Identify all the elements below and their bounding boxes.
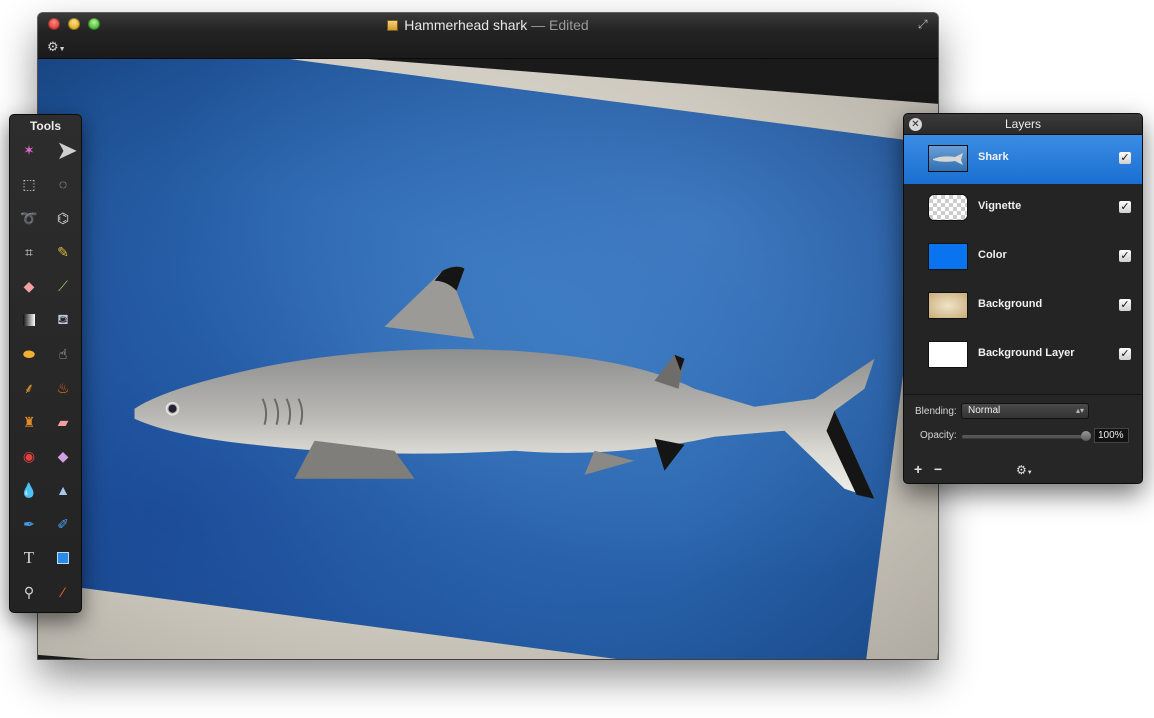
shape-icon[interactable] (52, 547, 74, 569)
layers-panel-header: ✕ Layers (904, 114, 1142, 135)
layer-thumbnail (928, 341, 968, 368)
select-arrows-icon: ▴▾ (1075, 406, 1084, 415)
layer-thumbnail (928, 145, 968, 172)
layer-name: Vignette (978, 200, 1022, 212)
clone-stamp-icon[interactable]: ♜ (18, 411, 40, 433)
layer-name: Shark (978, 151, 1009, 163)
fullscreen-icon[interactable]: ⤢ (918, 17, 932, 31)
layers-panel-title: Layers (1004, 117, 1042, 131)
edited-status: — Edited (531, 17, 589, 33)
zoom-icon[interactable]: ⚲ (18, 581, 40, 603)
eyedropper-icon[interactable]: ⁄ (52, 581, 74, 603)
ellipse-select-icon[interactable]: ◌ (52, 173, 74, 195)
layer-row-vignette[interactable]: Vignette ✓ (904, 184, 1142, 233)
document-name: Hammerhead shark (404, 17, 528, 33)
pencil-icon[interactable]: ✎ (52, 241, 74, 263)
opacity-slider-fill (962, 435, 1086, 438)
remove-layer-button[interactable]: − (934, 461, 942, 477)
opacity-label: Opacity: (920, 430, 957, 441)
close-icon[interactable]: ✕ (909, 118, 922, 131)
window-title: Hammerhead shark — Edited (38, 17, 938, 33)
sharpen-icon[interactable]: ▲ (52, 479, 74, 501)
image-canvas[interactable] (38, 59, 938, 659)
layer-row-color[interactable]: Color ✓ (904, 233, 1142, 282)
freeform-pen-icon[interactable]: ✐ (52, 513, 74, 535)
layer-name: Background (978, 298, 1043, 310)
layer-visibility-checkbox[interactable]: ✓ (1119, 348, 1131, 360)
polygon-lasso-icon[interactable]: ⌬ (52, 207, 74, 229)
tools-palette-title: Tools (29, 119, 62, 133)
shark-photo (38, 59, 937, 659)
layer-row-background[interactable]: Background ✓ (904, 282, 1142, 331)
layer-thumbnail (928, 194, 968, 221)
eraser-icon[interactable]: ◆ (18, 275, 40, 297)
smudge-icon[interactable]: ☝ (52, 343, 74, 365)
paper-background (38, 59, 938, 659)
rect-select-icon[interactable]: ⬚ (18, 173, 40, 195)
layer-visibility-checkbox[interactable]: ✓ (1119, 299, 1131, 311)
crop-icon[interactable]: ⌗ (18, 241, 40, 263)
brush-icon[interactable]: ⟋ (52, 275, 74, 297)
document-icon (387, 20, 399, 31)
title-bar[interactable]: Hammerhead shark — Edited ⤢ ⚙▼ (38, 13, 938, 59)
red-eye-icon[interactable]: ◉ (18, 445, 40, 467)
document-window: Hammerhead shark — Edited ⤢ ⚙▼ (38, 13, 938, 659)
paint-bucket-icon[interactable]: ⛾ (52, 309, 74, 331)
layer-name: Background Layer (978, 347, 1075, 359)
layer-visibility-checkbox[interactable]: ✓ (1119, 250, 1131, 262)
lasso-icon[interactable]: ➰ (18, 207, 40, 229)
layer-thumbnail (928, 243, 968, 270)
opacity-field[interactable]: 100% (1094, 428, 1129, 443)
layer-options-gear-icon[interactable]: ⚙▼ (1016, 463, 1033, 477)
gradient-icon[interactable] (18, 309, 40, 331)
layer-row-shark[interactable]: Shark ✓ (904, 135, 1142, 184)
layer-row-background-layer[interactable]: Background Layer ✓ (904, 331, 1142, 380)
type-icon[interactable]: T (18, 547, 40, 569)
layer-controls: Blending: Normal ▴▾ Opacity: 100% + − ⚙▼ (904, 394, 1142, 483)
layer-name: Color (978, 249, 1007, 261)
magic-wand-icon[interactable]: ✶ (18, 139, 40, 161)
blending-mode-select[interactable]: Normal ▴▾ (961, 403, 1089, 419)
layers-panel[interactable]: ✕ Layers Shark ✓ Vignette ✓ Color ✓ Back… (903, 113, 1143, 484)
broom-icon[interactable]: ⸙ (18, 377, 40, 399)
layer-visibility-checkbox[interactable]: ✓ (1119, 152, 1131, 164)
layer-visibility-checkbox[interactable]: ✓ (1119, 201, 1131, 213)
bandage-icon[interactable]: ▰ (52, 411, 74, 433)
arrow-move-icon[interactable]: ➤ (52, 135, 82, 165)
blending-mode-value: Normal (968, 405, 1001, 416)
tools-palette[interactable]: Tools ✶ ➤ ⬚ ◌ ➰ ⌬ ⌗ ✎ ◆ ⟋ ⛾ ⬬ ☝ ⸙ ♨ ♜ ▰ … (9, 114, 82, 613)
layer-thumbnail (928, 292, 968, 319)
shark-illustration (38, 59, 937, 659)
blending-label: Blending: (915, 406, 957, 417)
pen-icon[interactable]: ✒ (18, 513, 40, 535)
gear-icon[interactable]: ⚙▼ (47, 39, 66, 55)
sponge-icon[interactable]: ⬬ (18, 343, 40, 365)
drop-icon[interactable]: 💧 (18, 479, 40, 501)
burn-icon[interactable]: ♨ (52, 377, 74, 399)
add-layer-button[interactable]: + (914, 461, 922, 477)
opacity-slider[interactable] (962, 431, 1091, 441)
blur-eraser-icon[interactable]: ◆ (52, 445, 74, 467)
opacity-slider-knob[interactable] (1081, 431, 1091, 441)
